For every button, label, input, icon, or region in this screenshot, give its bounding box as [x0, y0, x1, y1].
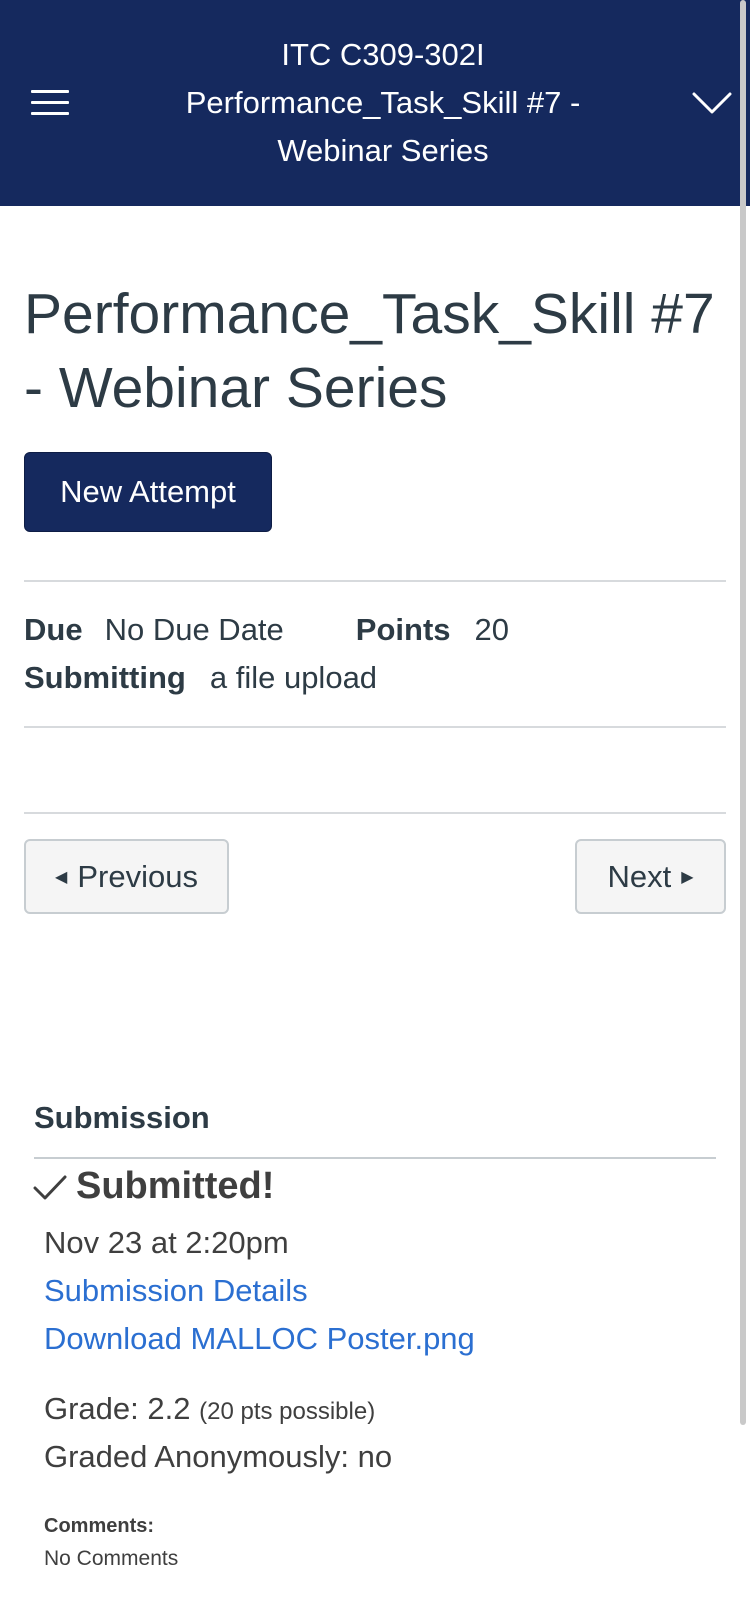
chevron-down-icon[interactable] — [692, 88, 732, 118]
points-label: Points — [355, 612, 451, 647]
submission-details-link[interactable]: Submission Details — [44, 1271, 308, 1311]
header-title-line: Webinar Series — [277, 133, 489, 168]
submitting-label: Submitting — [24, 660, 186, 695]
caret-right-icon: ▶ — [681, 868, 694, 886]
grade-possible: (20 pts possible) — [199, 1398, 376, 1425]
graded-anonymously: Graded Anonymously: no — [44, 1439, 393, 1474]
header-title-line: ITC C309-302I — [281, 37, 485, 72]
divider — [24, 580, 726, 582]
next-label: Next — [607, 858, 672, 894]
header-title-line: Performance_Task_Skill #7 - — [185, 85, 581, 120]
top-navigation-bar: ITC C309-302I Performance_Task_Skill #7 … — [0, 0, 750, 206]
checkmark-icon — [33, 1175, 67, 1200]
submission-timestamp: Nov 23 at 2:20pm — [44, 1225, 289, 1260]
new-attempt-button[interactable]: New Attempt — [24, 452, 272, 532]
comments-label: Comments: — [44, 1515, 155, 1537]
header-title: ITC C309-302I Performance_Task_Skill #7 … — [150, 31, 616, 175]
grade-row: Grade: 2.2 (20 pts possible) — [44, 1389, 375, 1432]
divider — [34, 1157, 716, 1159]
due-value: No Due Date — [104, 612, 284, 647]
hamburger-icon[interactable] — [31, 89, 69, 117]
page-title-line: - Webinar Series — [24, 356, 448, 420]
assignment-details-row: Due No Due Date Points 20 — [24, 610, 509, 650]
scrollbar[interactable] — [740, 0, 746, 1425]
next-button[interactable]: Next ▶ — [575, 839, 726, 914]
caret-left-icon: ◀ — [55, 868, 68, 886]
page-title-line: Performance_Task_Skill #7 — [24, 282, 715, 346]
page-title: Performance_Task_Skill #7 - Webinar Seri… — [24, 277, 724, 425]
submitting-row: Submitting a file upload — [24, 658, 377, 698]
submitting-value: a file upload — [209, 660, 378, 695]
download-file-link[interactable]: Download MALLOC Poster.png — [44, 1319, 475, 1359]
comments-value: No Comments — [44, 1547, 179, 1570]
previous-label: Previous — [77, 858, 198, 894]
previous-button[interactable]: ◀ Previous — [24, 839, 229, 914]
due-label: Due — [24, 612, 83, 647]
divider — [24, 812, 726, 814]
submission-heading: Submission — [34, 1100, 210, 1135]
grade-value: Grade: 2.2 — [44, 1391, 191, 1426]
submission-status: Submitted! — [76, 1165, 275, 1207]
points-value: 20 — [474, 612, 510, 647]
divider — [24, 726, 726, 728]
